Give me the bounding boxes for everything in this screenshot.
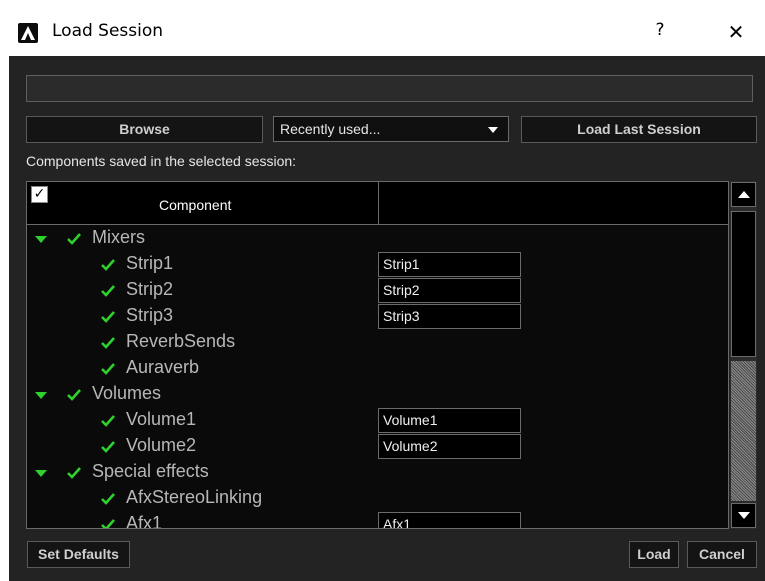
load-last-session-button[interactable]: Load Last Session [521, 116, 757, 143]
component-name-cell[interactable]: Afx1 [378, 512, 521, 528]
chevron-down-icon [488, 127, 498, 133]
tree-row[interactable]: AfxStereoLinking [27, 486, 727, 512]
title-bar: Load Session ? ✕ [0, 0, 765, 56]
help-button[interactable]: ? [644, 20, 676, 46]
dropdown-selected: Recently used... [280, 121, 381, 137]
tree-node-label: Mixers [92, 227, 145, 247]
tree-node-label: Volume1 [126, 409, 197, 429]
tree-row[interactable]: ReverbSends [27, 330, 727, 356]
close-button[interactable]: ✕ [716, 20, 756, 46]
tree-row[interactable]: Strip2 Strip2 [27, 278, 727, 304]
tree-row[interactable]: Afx1 Afx1 [27, 512, 727, 529]
tree-row[interactable]: Volumes [27, 382, 727, 408]
app-logo-icon [18, 23, 38, 43]
expand-triangle-icon[interactable] [35, 236, 47, 243]
window-title: Load Session [52, 21, 164, 41]
component-tree: ✓ Component Mixers Strip1 Strip1 Strip2 Stri… [26, 181, 729, 529]
vertical-scrollbar[interactable] [730, 181, 757, 529]
select-all-checkbox[interactable]: ✓ [31, 186, 48, 203]
checkmark-icon[interactable] [101, 258, 115, 272]
tree-header: ✓ Component [27, 182, 728, 225]
cancel-button[interactable]: Cancel [687, 541, 757, 568]
column-divider [378, 182, 379, 224]
tree-node-label: Afx1 [126, 513, 163, 529]
expand-triangle-icon[interactable] [35, 392, 47, 399]
tree-row[interactable]: Volume1 Volume1 [27, 408, 727, 434]
arrow-down-icon [738, 512, 750, 519]
set-defaults-button[interactable]: Set Defaults [27, 541, 130, 568]
tree-row[interactable]: Strip3 Strip3 [27, 304, 727, 330]
tree-node-label: Special effects [92, 461, 209, 481]
checkmark-icon[interactable] [101, 518, 115, 529]
tree-row[interactable]: Strip1 Strip1 [27, 252, 727, 278]
checkmark-icon[interactable] [67, 232, 81, 246]
dialog-body: Browse Recently used... Load Last Sessio… [9, 56, 765, 581]
tree-node-label: Strip3 [126, 305, 174, 325]
tree-row[interactable]: Mixers [27, 226, 727, 252]
tree-node-label: ReverbSends [126, 331, 236, 351]
checkmark-icon[interactable] [101, 492, 115, 506]
tree-row[interactable]: Special effects [27, 460, 727, 486]
tree-node-label: Volume2 [126, 435, 197, 455]
checkmark-icon[interactable] [101, 440, 115, 454]
tree-node-label: Auraverb [126, 357, 200, 377]
scroll-thumb[interactable] [731, 211, 756, 357]
component-name-cell[interactable]: Strip2 [378, 278, 521, 303]
tree-row[interactable]: Auraverb [27, 356, 727, 382]
scroll-up-button[interactable] [731, 182, 756, 207]
checkmark-icon[interactable] [67, 388, 81, 402]
component-name-cell[interactable]: Volume2 [378, 434, 521, 459]
checkmark-icon[interactable] [101, 336, 115, 350]
tree-node-label: Volumes [92, 383, 162, 403]
checkmark-icon[interactable] [67, 466, 81, 480]
browse-button[interactable]: Browse [26, 116, 263, 143]
scroll-track[interactable] [731, 361, 756, 501]
checkmark-icon[interactable] [101, 310, 115, 324]
tree-node-label: AfxStereoLinking [126, 487, 263, 507]
tree-node-label: Strip1 [126, 253, 174, 273]
checkmark-icon[interactable] [101, 414, 115, 428]
checkmark-icon[interactable] [101, 284, 115, 298]
tree-row[interactable]: Volume2 Volume2 [27, 434, 727, 460]
tree-node-label: Strip2 [126, 279, 174, 299]
load-button[interactable]: Load [629, 541, 679, 568]
checkmark-icon[interactable] [101, 362, 115, 376]
component-name-cell[interactable]: Strip1 [378, 252, 521, 277]
recent-sessions-dropdown[interactable]: Recently used... [273, 116, 509, 142]
session-path-field[interactable] [26, 75, 753, 102]
component-name-cell[interactable]: Strip3 [378, 304, 521, 329]
component-name-cell[interactable]: Volume1 [378, 408, 521, 433]
arrow-up-icon [738, 191, 750, 198]
components-label: Components saved in the selected session… [26, 153, 297, 169]
component-column-header: Component [159, 197, 232, 213]
expand-triangle-icon[interactable] [35, 470, 47, 477]
scroll-down-button[interactable] [731, 503, 756, 528]
